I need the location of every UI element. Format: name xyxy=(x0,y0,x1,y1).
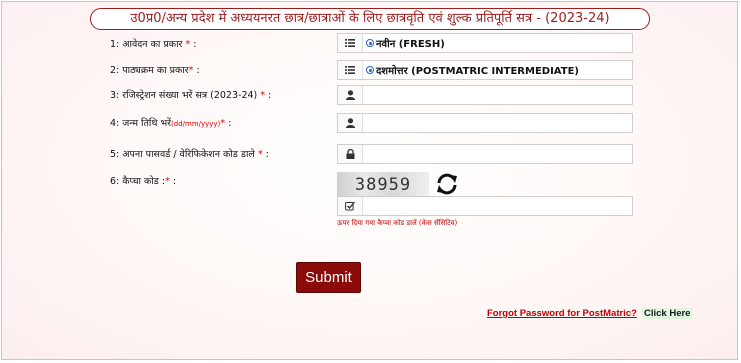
list-icon xyxy=(338,61,363,79)
application-type-select[interactable]: नवीन (FRESH) xyxy=(337,33,633,53)
list-icon xyxy=(338,34,363,52)
page-title: उ0प्र0/अन्य प्रदेश में अध्ययनरत छात्र/छा… xyxy=(90,8,650,30)
application-type-radio[interactable] xyxy=(366,39,374,47)
dob-input[interactable] xyxy=(337,113,633,133)
captcha-input[interactable] xyxy=(337,196,633,216)
forgot-password-link[interactable]: Forgot Password for PostMatric? xyxy=(487,308,637,319)
application-type-label: 1: आवेदन का प्रकार * : xyxy=(110,39,197,50)
user-icon xyxy=(338,86,363,104)
captcha-label: 6: कैप्चा कोड :* : xyxy=(110,176,177,187)
captcha-image: 38959 xyxy=(337,172,429,197)
dob-label: 4: जन्म तिथि भरें(dd/mm/yyyy)* : xyxy=(110,118,232,129)
password-label: 5: अपना पासवर्ड / वेरिफिकेशन कोड डाले * … xyxy=(110,149,269,160)
registration-no-label: 3: रजिस्ट्रेशन संख्या भरें सत्र (2023-24… xyxy=(110,90,272,101)
refresh-icon[interactable] xyxy=(435,172,459,196)
course-type-value: दशमोत्तर (POSTMATRIC INTERMEDIATE) xyxy=(376,66,579,77)
click-here-link[interactable]: Click Here xyxy=(642,308,693,319)
application-type-value: नवीन (FRESH) xyxy=(376,39,445,50)
course-type-select[interactable]: दशमोत्तर (POSTMATRIC INTERMEDIATE) xyxy=(337,60,633,80)
registration-no-input[interactable] xyxy=(337,85,633,105)
password-input[interactable] xyxy=(337,144,633,164)
captcha-hint: ऊपर दिया गया कैप्चा कोड डालें (केस सेंसि… xyxy=(337,219,458,227)
submit-button[interactable]: Submit xyxy=(296,262,361,293)
course-type-radio[interactable] xyxy=(366,66,374,74)
check-icon xyxy=(338,197,363,215)
lock-icon xyxy=(338,145,363,163)
user-icon xyxy=(338,114,363,132)
course-type-label: 2: पाठ्यक्रम का प्रकार* : xyxy=(110,65,200,76)
